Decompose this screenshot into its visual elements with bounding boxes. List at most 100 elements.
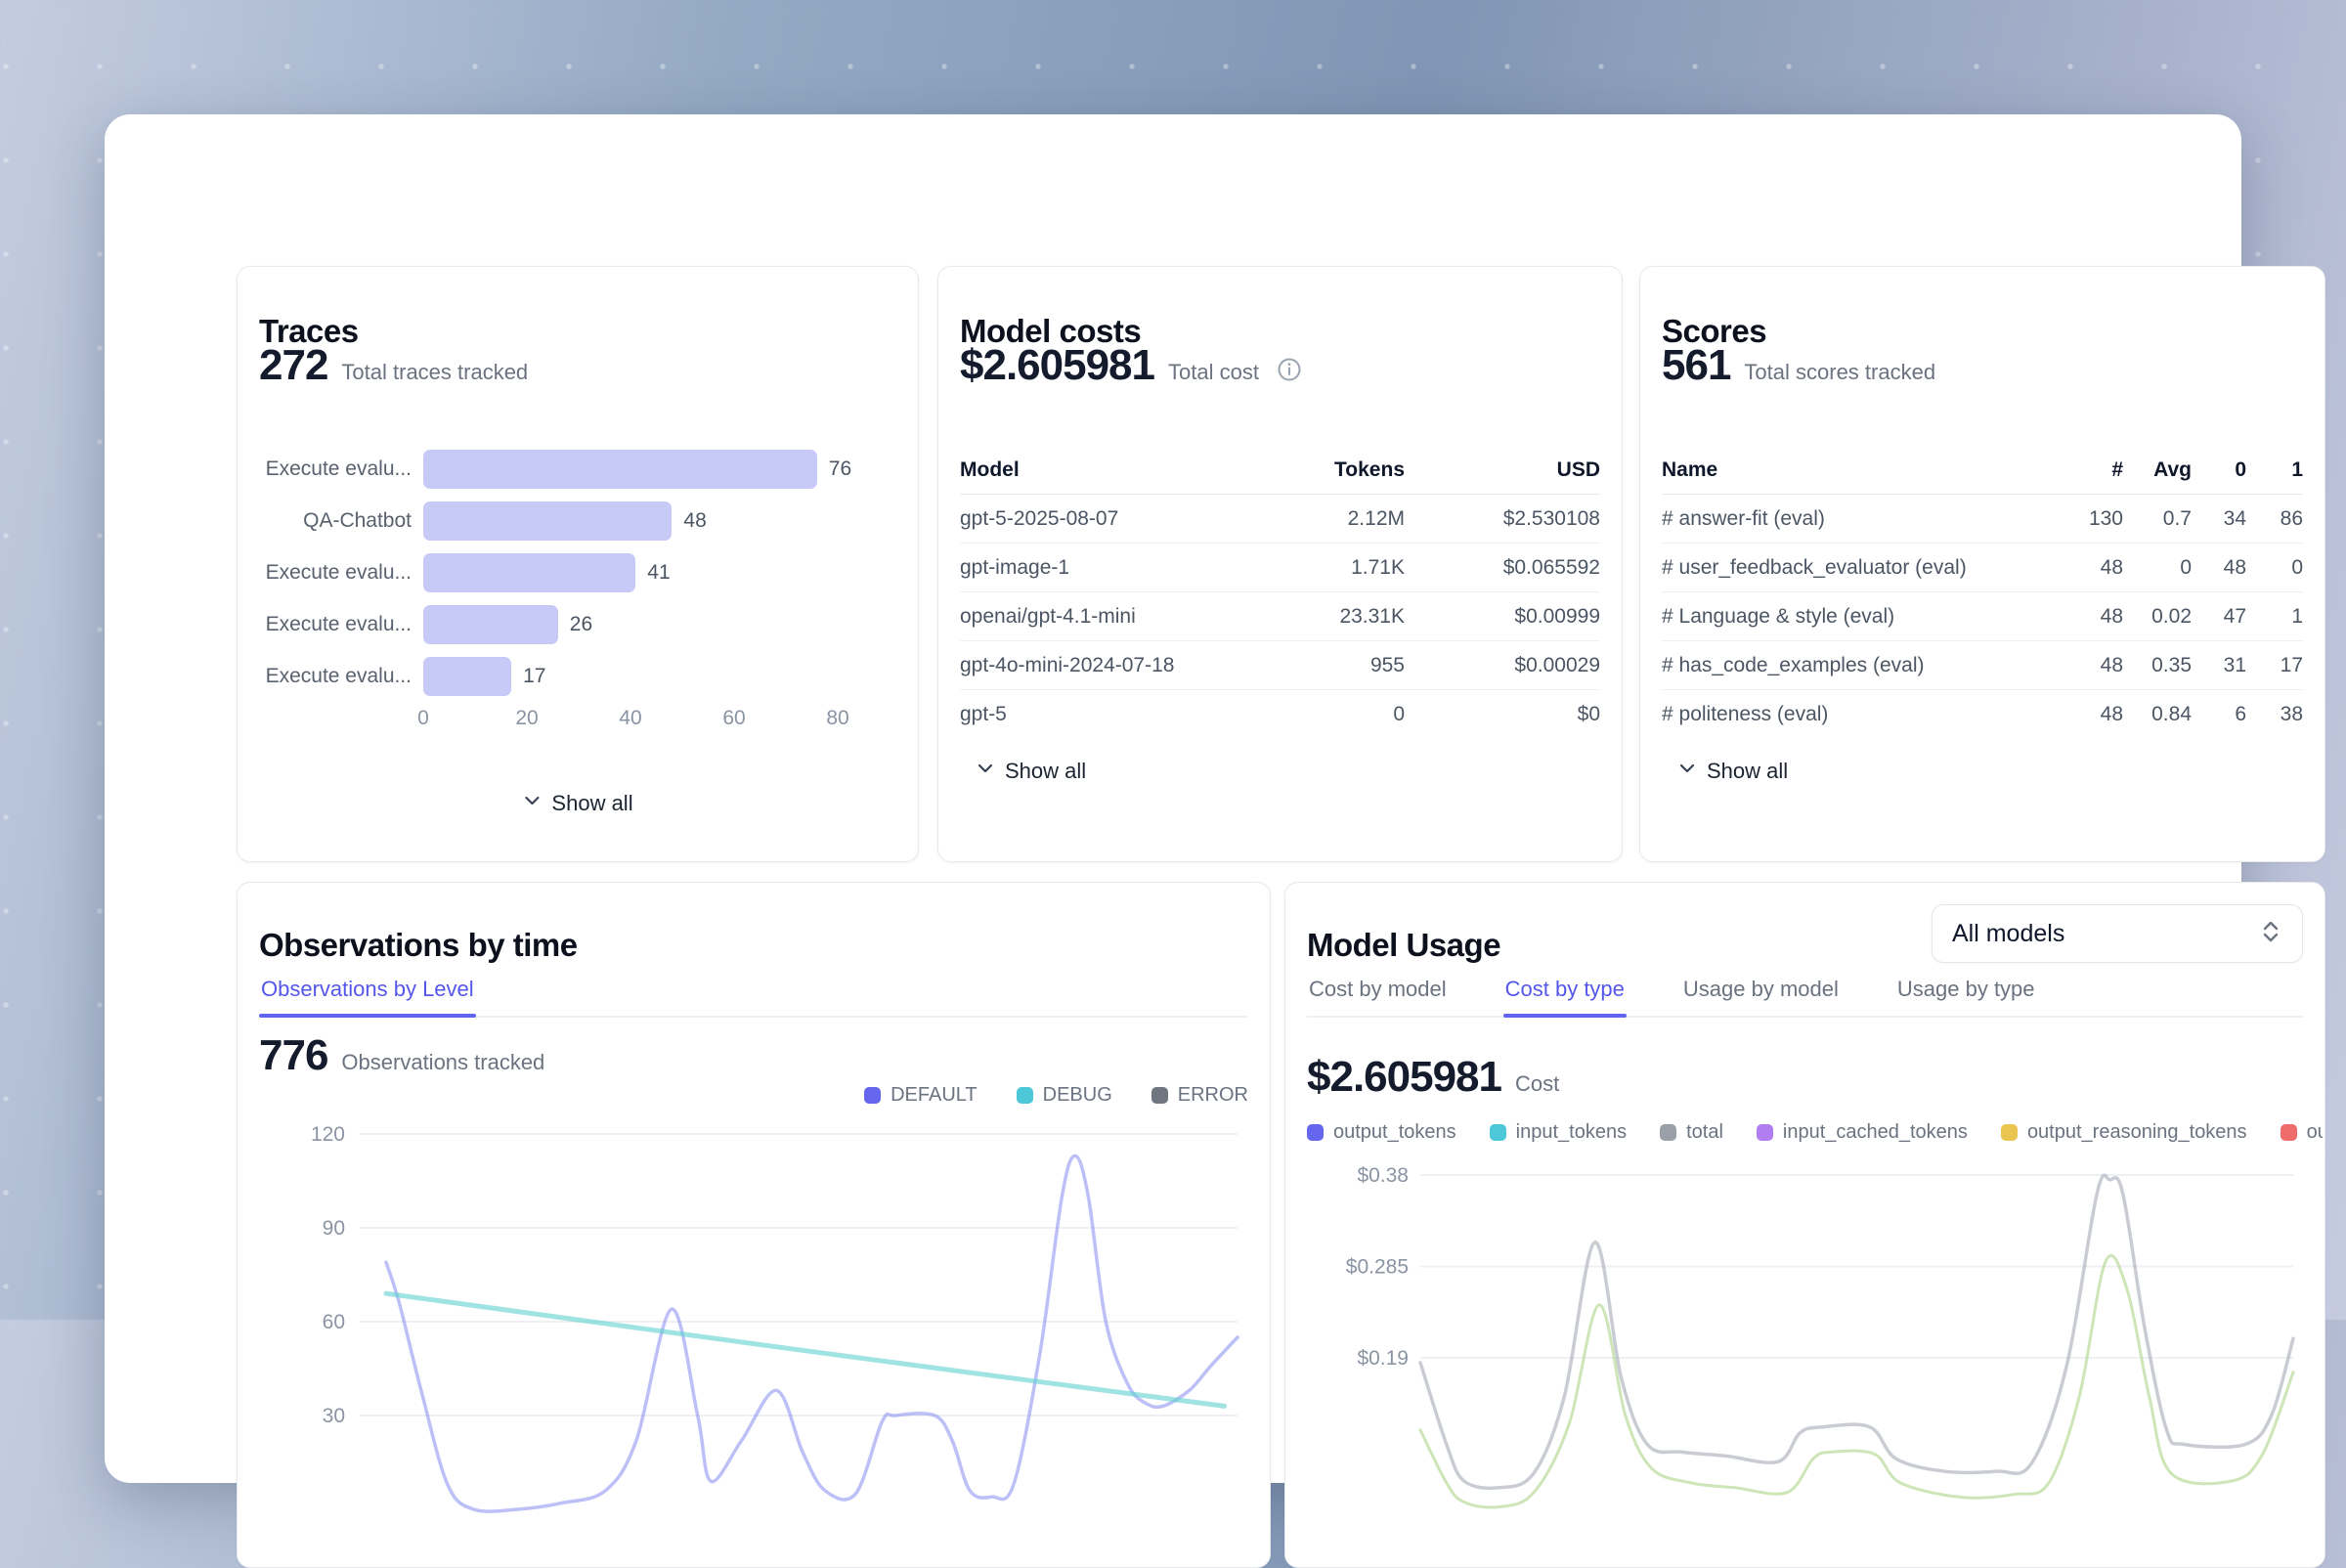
- table-cell: 1: [2246, 605, 2303, 629]
- y-axis-tick: $0.38: [1357, 1164, 1409, 1187]
- column-header: #: [2045, 458, 2123, 482]
- legend-swatch: [1017, 1087, 1033, 1104]
- table-cell: openai/gpt-4.1-mini: [960, 605, 1238, 629]
- model-costs-stat: $2.605981 Total cost: [960, 341, 1302, 390]
- traces-show-all-button[interactable]: Show all: [510, 783, 644, 824]
- table-header-row: ModelTokensUSD: [960, 447, 1600, 495]
- table-header-row: Name#Avg01: [1662, 447, 2303, 495]
- table-cell: 1.71K: [1238, 556, 1405, 580]
- column-header: 1: [2246, 458, 2303, 482]
- traces-bar-chart: Execute evalu...76QA-Chatbot48Execute ev…: [259, 443, 896, 702]
- legend-label: input_cached_tokens: [1783, 1121, 1968, 1144]
- trace-bar: [423, 605, 558, 644]
- table-cell: $0: [1405, 703, 1600, 726]
- trace-bar-label: Execute evalu...: [259, 613, 412, 636]
- trace-bar: [423, 501, 672, 541]
- table-cell: $0.065592: [1405, 556, 1600, 580]
- legend-label: input_tokens: [1516, 1121, 1627, 1144]
- legend-label: total: [1686, 1121, 1723, 1144]
- column-header: USD: [1405, 458, 1600, 482]
- table-cell: 0: [2246, 556, 2303, 580]
- column-header: Model: [960, 458, 1238, 482]
- trace-bar-row: Execute evalu...76: [259, 443, 896, 495]
- column-header: 0: [2192, 458, 2246, 482]
- trace-bar-label: Execute evalu...: [259, 457, 412, 481]
- legend-swatch: [1490, 1124, 1506, 1141]
- y-axis-tick: 30: [323, 1405, 345, 1427]
- trace-bar: [423, 450, 817, 489]
- table-row: openai/gpt-4.1-mini23.31K$0.00999: [960, 592, 1600, 641]
- trace-bar: [423, 553, 635, 592]
- trace-bar: [423, 657, 511, 696]
- table-cell: gpt-4o-mini-2024-07-18: [960, 654, 1238, 677]
- model-costs-show-all-button[interactable]: Show all: [964, 751, 1098, 792]
- observations-legend: DEFAULTDEBUGERROR: [864, 1084, 1248, 1107]
- column-header: Tokens: [1238, 458, 1405, 482]
- legend-item: input_cached_tokens: [1757, 1121, 1968, 1144]
- usage-stat: $2.605981 Cost: [1307, 1053, 1559, 1102]
- table-cell: 955: [1238, 654, 1405, 677]
- legend-swatch: [864, 1087, 881, 1104]
- series-total: [1420, 1175, 2293, 1488]
- trace-bar-label: Execute evalu...: [259, 561, 412, 585]
- table-cell: 34: [2192, 507, 2246, 531]
- table-cell: gpt-5: [960, 703, 1238, 726]
- chevron-down-icon: [522, 791, 542, 816]
- tab-cost-by-type[interactable]: Cost by type: [1503, 969, 1627, 1016]
- table-cell: # answer-fit (eval): [1662, 507, 2045, 531]
- table-cell: 48: [2045, 654, 2123, 677]
- traces-total: 272: [259, 341, 327, 390]
- table-row: gpt-5-2025-08-072.12M$2.530108: [960, 495, 1600, 544]
- show-all-label: Show all: [1707, 759, 1788, 784]
- tab-usage-by-type[interactable]: Usage by type: [1895, 969, 2037, 1016]
- tab-cost-by-model[interactable]: Cost by model: [1307, 969, 1449, 1016]
- dashboard-container: Traces 272 Total traces tracked Execute …: [105, 114, 2241, 1483]
- legend-label: output_tokens: [1333, 1121, 1456, 1144]
- legend-swatch: [1307, 1124, 1324, 1141]
- legend-item: output: [2281, 1121, 2323, 1144]
- legend-item: ERROR: [1151, 1084, 1248, 1107]
- table-cell: 0: [2123, 556, 2192, 580]
- model-filter-select[interactable]: All models: [1932, 904, 2303, 963]
- table-cell: $2.530108: [1405, 507, 1600, 531]
- y-axis-tick: 90: [323, 1217, 345, 1240]
- scores-card: Scores 561 Total scores tracked Name#Avg…: [1639, 266, 2325, 862]
- trace-bar-value: 41: [647, 561, 670, 585]
- observations-title: Observations by time: [259, 927, 578, 964]
- x-axis-tick: 20: [515, 707, 538, 730]
- scores-total-label: Total scores tracked: [1744, 360, 1935, 385]
- usage-legend: output_tokens input_tokens total input_cach…: [1307, 1121, 2323, 1144]
- legend-swatch: [1660, 1124, 1676, 1141]
- table-cell: 48: [2045, 556, 2123, 580]
- model-usage-title: Model Usage: [1307, 927, 1500, 964]
- legend-item: output_tokens: [1307, 1121, 1456, 1144]
- table-row: # has_code_examples (eval)480.353117: [1662, 641, 2303, 690]
- scores-show-all-button[interactable]: Show all: [1666, 751, 1800, 792]
- traces-stat: 272 Total traces tracked: [259, 341, 528, 390]
- x-axis-tick: 60: [722, 707, 745, 730]
- info-icon[interactable]: [1277, 357, 1302, 387]
- table-cell: $0.00029: [1405, 654, 1600, 677]
- table-cell: 23.31K: [1238, 605, 1405, 629]
- table-cell: 0.35: [2123, 654, 2192, 677]
- traces-x-axis: 020406080: [259, 707, 896, 736]
- table-cell: 0.02: [2123, 605, 2192, 629]
- table-cell: 130: [2045, 507, 2123, 531]
- table-cell: 0.84: [2123, 703, 2192, 726]
- legend-swatch: [1757, 1124, 1773, 1141]
- y-axis-tick: 120: [311, 1123, 345, 1146]
- table-row: # politeness (eval)480.84638: [1662, 690, 2303, 738]
- model-usage-tabs: Cost by model Cost by type Usage by model U…: [1307, 969, 2303, 1018]
- table-cell: gpt-5-2025-08-07: [960, 507, 1238, 531]
- table-row: # user_feedback_evaluator (eval)480480: [1662, 544, 2303, 592]
- table-row: gpt-4o-mini-2024-07-18955$0.00029: [960, 641, 1600, 690]
- chevron-down-icon: [976, 759, 995, 784]
- tab-usage-by-model[interactable]: Usage by model: [1681, 969, 1841, 1016]
- tab-observations-by-level[interactable]: Observations by Level: [259, 969, 476, 1016]
- observations-stat: 776 Observations tracked: [259, 1031, 544, 1080]
- model-costs-table: ModelTokensUSDgpt-5-2025-08-072.12M$2.53…: [960, 447, 1600, 738]
- chevron-down-icon: [1677, 759, 1697, 784]
- table-cell: 48: [2045, 605, 2123, 629]
- trace-bar-label: QA-Chatbot: [259, 509, 412, 533]
- x-axis-tick: 0: [417, 707, 429, 730]
